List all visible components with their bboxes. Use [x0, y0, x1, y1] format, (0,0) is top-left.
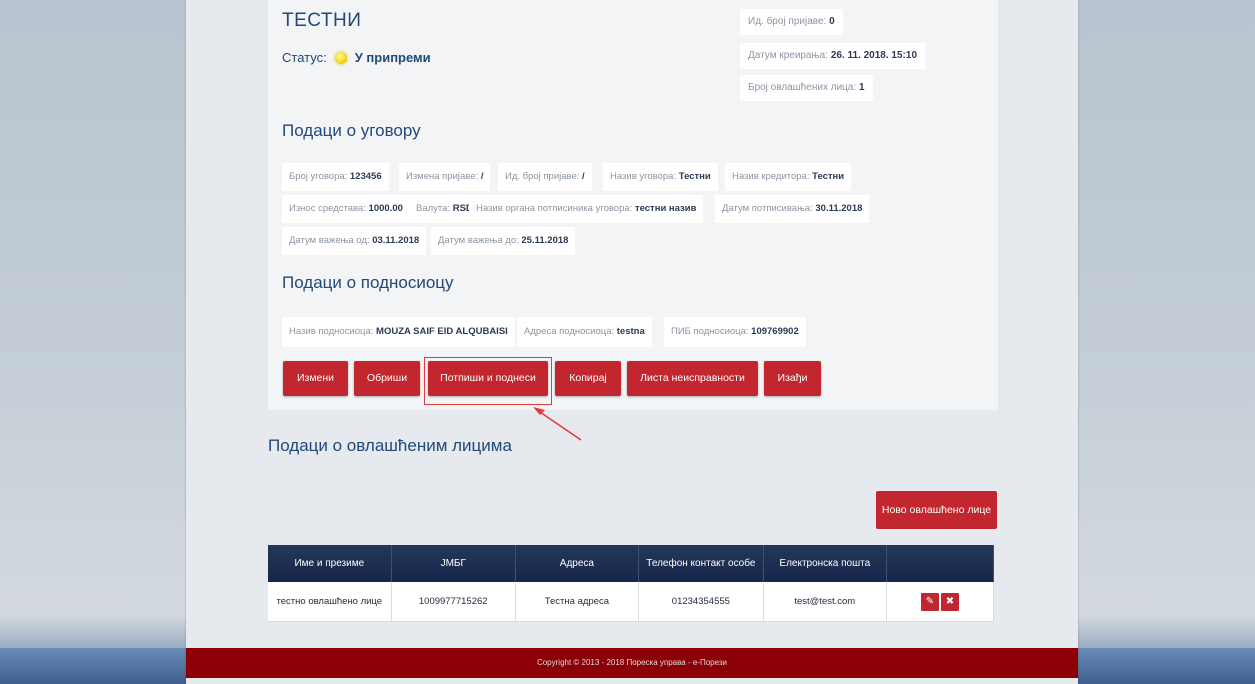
submitter-field: Назив подносиоца: MOUZA SAIF EID ALQUBAI…: [282, 317, 515, 347]
submitter-section-title: Подаци о подносиоцу: [282, 273, 454, 292]
copy-button[interactable]: Копирај: [555, 361, 621, 396]
contract-field: Измена пријаве: /: [399, 163, 491, 191]
page-title: ТЕСТНИ: [282, 10, 362, 31]
submitter-field: Адреса подносиоца: testna: [517, 317, 652, 347]
column-header[interactable]: Електронска пошта: [763, 545, 887, 582]
footer: Copyright © 2013 - 2018 Пореска управа -…: [186, 648, 1078, 678]
contract-section-title: Подаци о уговору: [282, 121, 421, 140]
delete-button[interactable]: Обриши: [354, 361, 420, 396]
contract-field: Назив кредитора: Тестни: [725, 163, 852, 191]
contract-field: Датум потписивања: 30.11.2018: [715, 195, 870, 223]
new-authorized-person-button[interactable]: Ново овлашћено лице: [876, 491, 997, 529]
authorized-section-title: Подаци о овлашћеним лицима: [268, 436, 512, 455]
edit-button[interactable]: Измени: [283, 361, 348, 396]
exit-button[interactable]: Изађи: [764, 361, 821, 396]
meta-id: Ид. број пријаве: 0: [740, 9, 843, 35]
meta-authorized: Број овлашћених лица: 1: [740, 75, 873, 101]
status-row: Статус: У припреми: [282, 50, 431, 65]
table-row: тестно овлашћено лице 1009977715262 Тест…: [268, 582, 995, 622]
cell-name: тестно овлашћено лице: [268, 582, 392, 622]
column-header[interactable]: Адреса: [515, 545, 639, 582]
pencil-icon[interactable]: ✎: [920, 592, 939, 611]
submitter-field: ПИБ подносиоца: 109769902: [664, 317, 806, 347]
status-dot-icon: [334, 51, 347, 64]
cell-phone: 01234354555: [638, 582, 764, 622]
cell-actions: ✎ ✖: [886, 582, 995, 622]
column-header[interactable]: Име и презиме: [268, 545, 392, 582]
authorized-persons-table: Име и презиме ЈМБГ Адреса Телефон контак…: [268, 545, 995, 622]
cell-jmbg: 1009977715262: [391, 582, 516, 622]
column-header[interactable]: ЈМБГ: [391, 545, 516, 582]
contract-field: Износ средстава: 1000.00: [282, 195, 410, 223]
cell-email: test@test.com: [763, 582, 887, 622]
status-label: Статус:: [282, 50, 327, 65]
highlight-annotation: [424, 357, 552, 405]
status-value: У припреми: [354, 50, 431, 65]
contract-field: Назив органа потписиника уговора: тестни…: [469, 195, 704, 223]
defects-list-button[interactable]: Листа неисправности: [627, 361, 758, 396]
contract-field: Број уговора: 123456: [282, 163, 389, 191]
meta-created: Датум креирања: 26. 11. 2018. 15:10: [740, 43, 925, 69]
cell-address: Тестна адреса: [515, 582, 639, 622]
contract-field: Датум важења од: 03.11.2018: [282, 227, 427, 255]
contract-field: Назив уговора: Тестни: [603, 163, 718, 191]
column-header: [886, 545, 995, 582]
column-header[interactable]: Телефон контакт особе: [638, 545, 764, 582]
contract-field: Датум важења до: 25.11.2018: [431, 227, 576, 255]
contract-field: Ид. број пријаве: /: [498, 163, 592, 191]
close-icon[interactable]: ✖: [940, 592, 959, 611]
